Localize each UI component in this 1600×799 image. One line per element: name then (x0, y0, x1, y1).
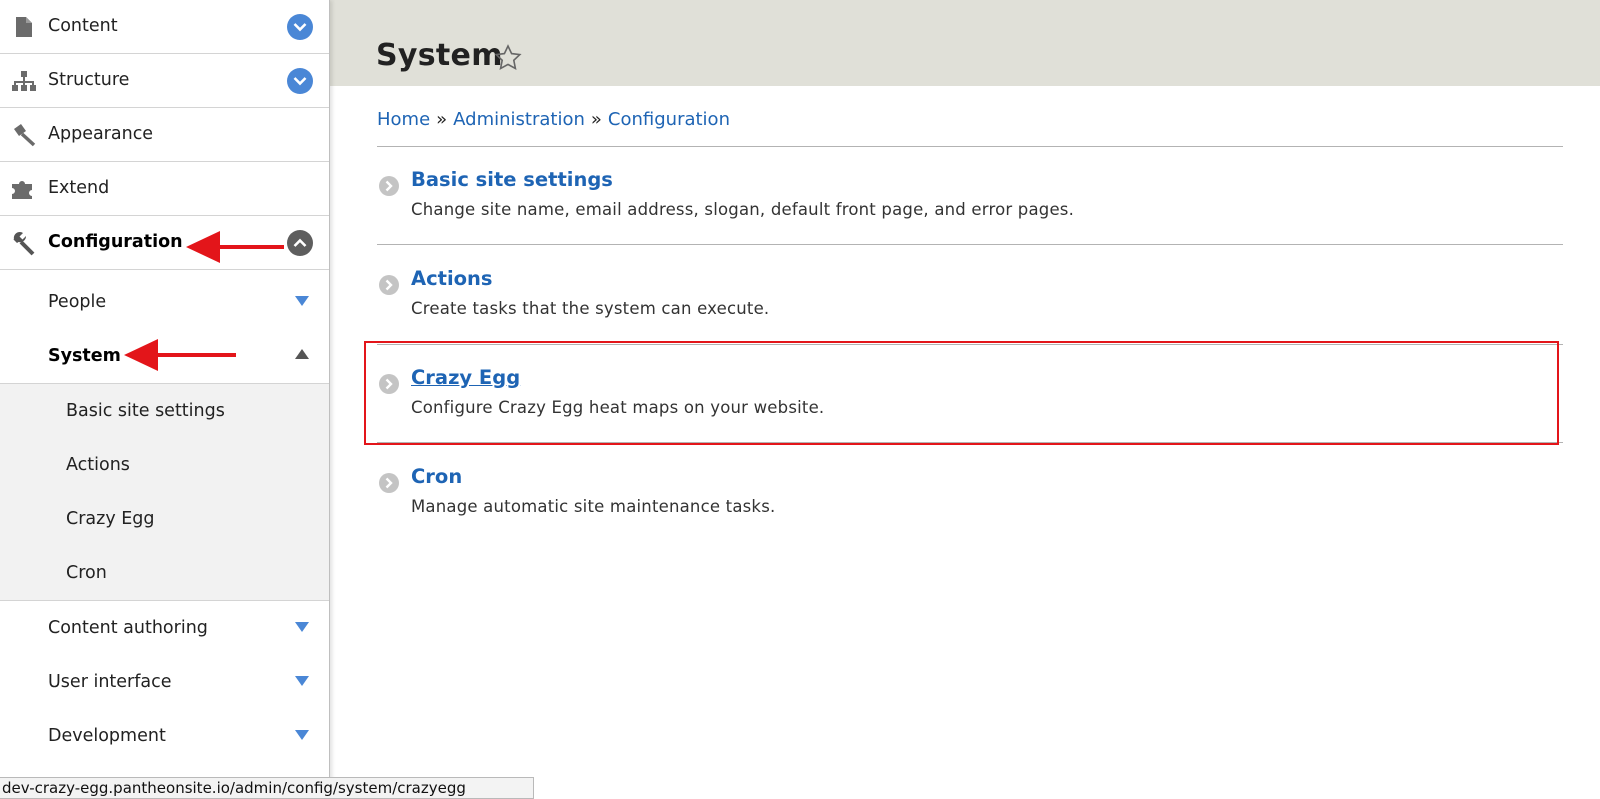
sidebar-item-label: System (48, 346, 121, 366)
sidebar-item-user-interface[interactable]: User interface (0, 655, 329, 709)
sidebar-item-label: User interface (48, 672, 172, 692)
link-status-bar: dev-crazy-egg.pantheonsite.io/admin/conf… (0, 777, 534, 799)
entry-description: Change site name, email address, slogan,… (411, 200, 1075, 219)
breadcrumb-configuration-link[interactable]: Configuration (608, 109, 730, 130)
chevron-down-icon[interactable] (287, 68, 313, 94)
puzzle-icon (10, 175, 38, 203)
sidebar-item-content[interactable]: Content (0, 0, 329, 54)
caret-down-icon[interactable] (295, 676, 309, 686)
caret-down-icon[interactable] (295, 296, 309, 306)
sidebar-item-people[interactable]: People (0, 275, 329, 329)
page-title: System (376, 38, 503, 73)
sidebar-item-appearance[interactable]: Appearance (0, 108, 329, 162)
caret-up-icon[interactable] (295, 349, 309, 359)
breadcrumb: Home » Administration» Configuration (377, 109, 730, 130)
divider (377, 244, 1563, 245)
sidebar-item-label: Development (48, 726, 166, 746)
sidebar-item-cron[interactable]: Cron (66, 546, 107, 600)
system-submenu: Basic site settings Actions Crazy Egg Cr… (0, 383, 329, 601)
chevron-right-icon (379, 275, 399, 295)
entry-description: Manage automatic site maintenance tasks. (411, 497, 776, 516)
sidebar-item-development[interactable]: Development (0, 709, 329, 763)
breadcrumb-home-link[interactable]: Home (377, 109, 430, 130)
sidebar-item-actions[interactable]: Actions (66, 438, 130, 492)
sidebar-item-label: Content (48, 16, 118, 36)
annotation-arrow-configuration (186, 231, 284, 263)
sidebar-item-structure[interactable]: Structure (0, 54, 329, 108)
chevron-down-icon[interactable] (287, 14, 313, 40)
entry-title-link[interactable]: Cron (411, 465, 462, 488)
sidebar-item-content-authoring[interactable]: Content authoring (0, 601, 329, 655)
annotation-highlight-box (364, 341, 1559, 445)
sidebar-item-label: Appearance (48, 124, 154, 144)
sitemap-icon (10, 67, 38, 95)
star-icon[interactable] (494, 44, 522, 71)
page-header (329, 0, 1600, 86)
breadcrumb-separator: » (436, 109, 448, 130)
entry-title-link[interactable]: Actions (411, 267, 493, 290)
entry-title-link[interactable]: Basic site settings (411, 168, 613, 191)
sidebar-item-label: Extend (48, 178, 110, 198)
annotation-arrow-system (124, 339, 236, 371)
document-icon (10, 13, 38, 41)
chevron-right-icon (379, 473, 399, 493)
sidebar-item-crazy-egg[interactable]: Crazy Egg (66, 492, 155, 546)
sidebar-item-extend[interactable]: Extend (0, 162, 329, 216)
sidebar-item-label: People (48, 292, 107, 312)
caret-down-icon[interactable] (295, 730, 309, 740)
paintbrush-icon (10, 121, 38, 149)
wrench-icon (10, 229, 38, 257)
divider (377, 146, 1563, 147)
caret-down-icon[interactable] (295, 622, 309, 632)
chevron-right-icon (379, 176, 399, 196)
breadcrumb-separator: » (590, 109, 602, 130)
chevron-up-icon[interactable] (287, 230, 313, 256)
entry-description: Create tasks that the system can execute… (411, 299, 770, 318)
sidebar-item-label: Content authoring (48, 618, 208, 638)
sidebar-item-basic-site-settings[interactable]: Basic site settings (66, 384, 225, 438)
breadcrumb-administration-link[interactable]: Administration (453, 109, 585, 130)
admin-sidebar: Content Structure Appearance Extend Conf… (0, 0, 330, 799)
sidebar-item-label: Configuration (48, 232, 183, 252)
sidebar-item-label: Structure (48, 70, 130, 90)
